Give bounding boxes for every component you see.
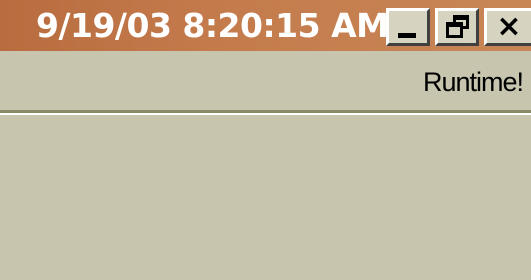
content-area [0,115,531,280]
minimize-icon [398,33,416,38]
runtime-status-label: Runtime! [422,67,524,97]
window-title: 9/19/03 8:20:15 AM [36,6,389,45]
app-window: 9/19/03 8:20:15 AM × Runtime! [0,0,531,280]
close-button[interactable]: × [484,8,531,46]
minimize-button[interactable] [386,8,430,46]
title-bar[interactable]: 9/19/03 8:20:15 AM × [0,0,531,51]
close-icon: × [496,9,522,44]
restore-icon [446,22,463,38]
restore-button[interactable] [435,8,479,46]
